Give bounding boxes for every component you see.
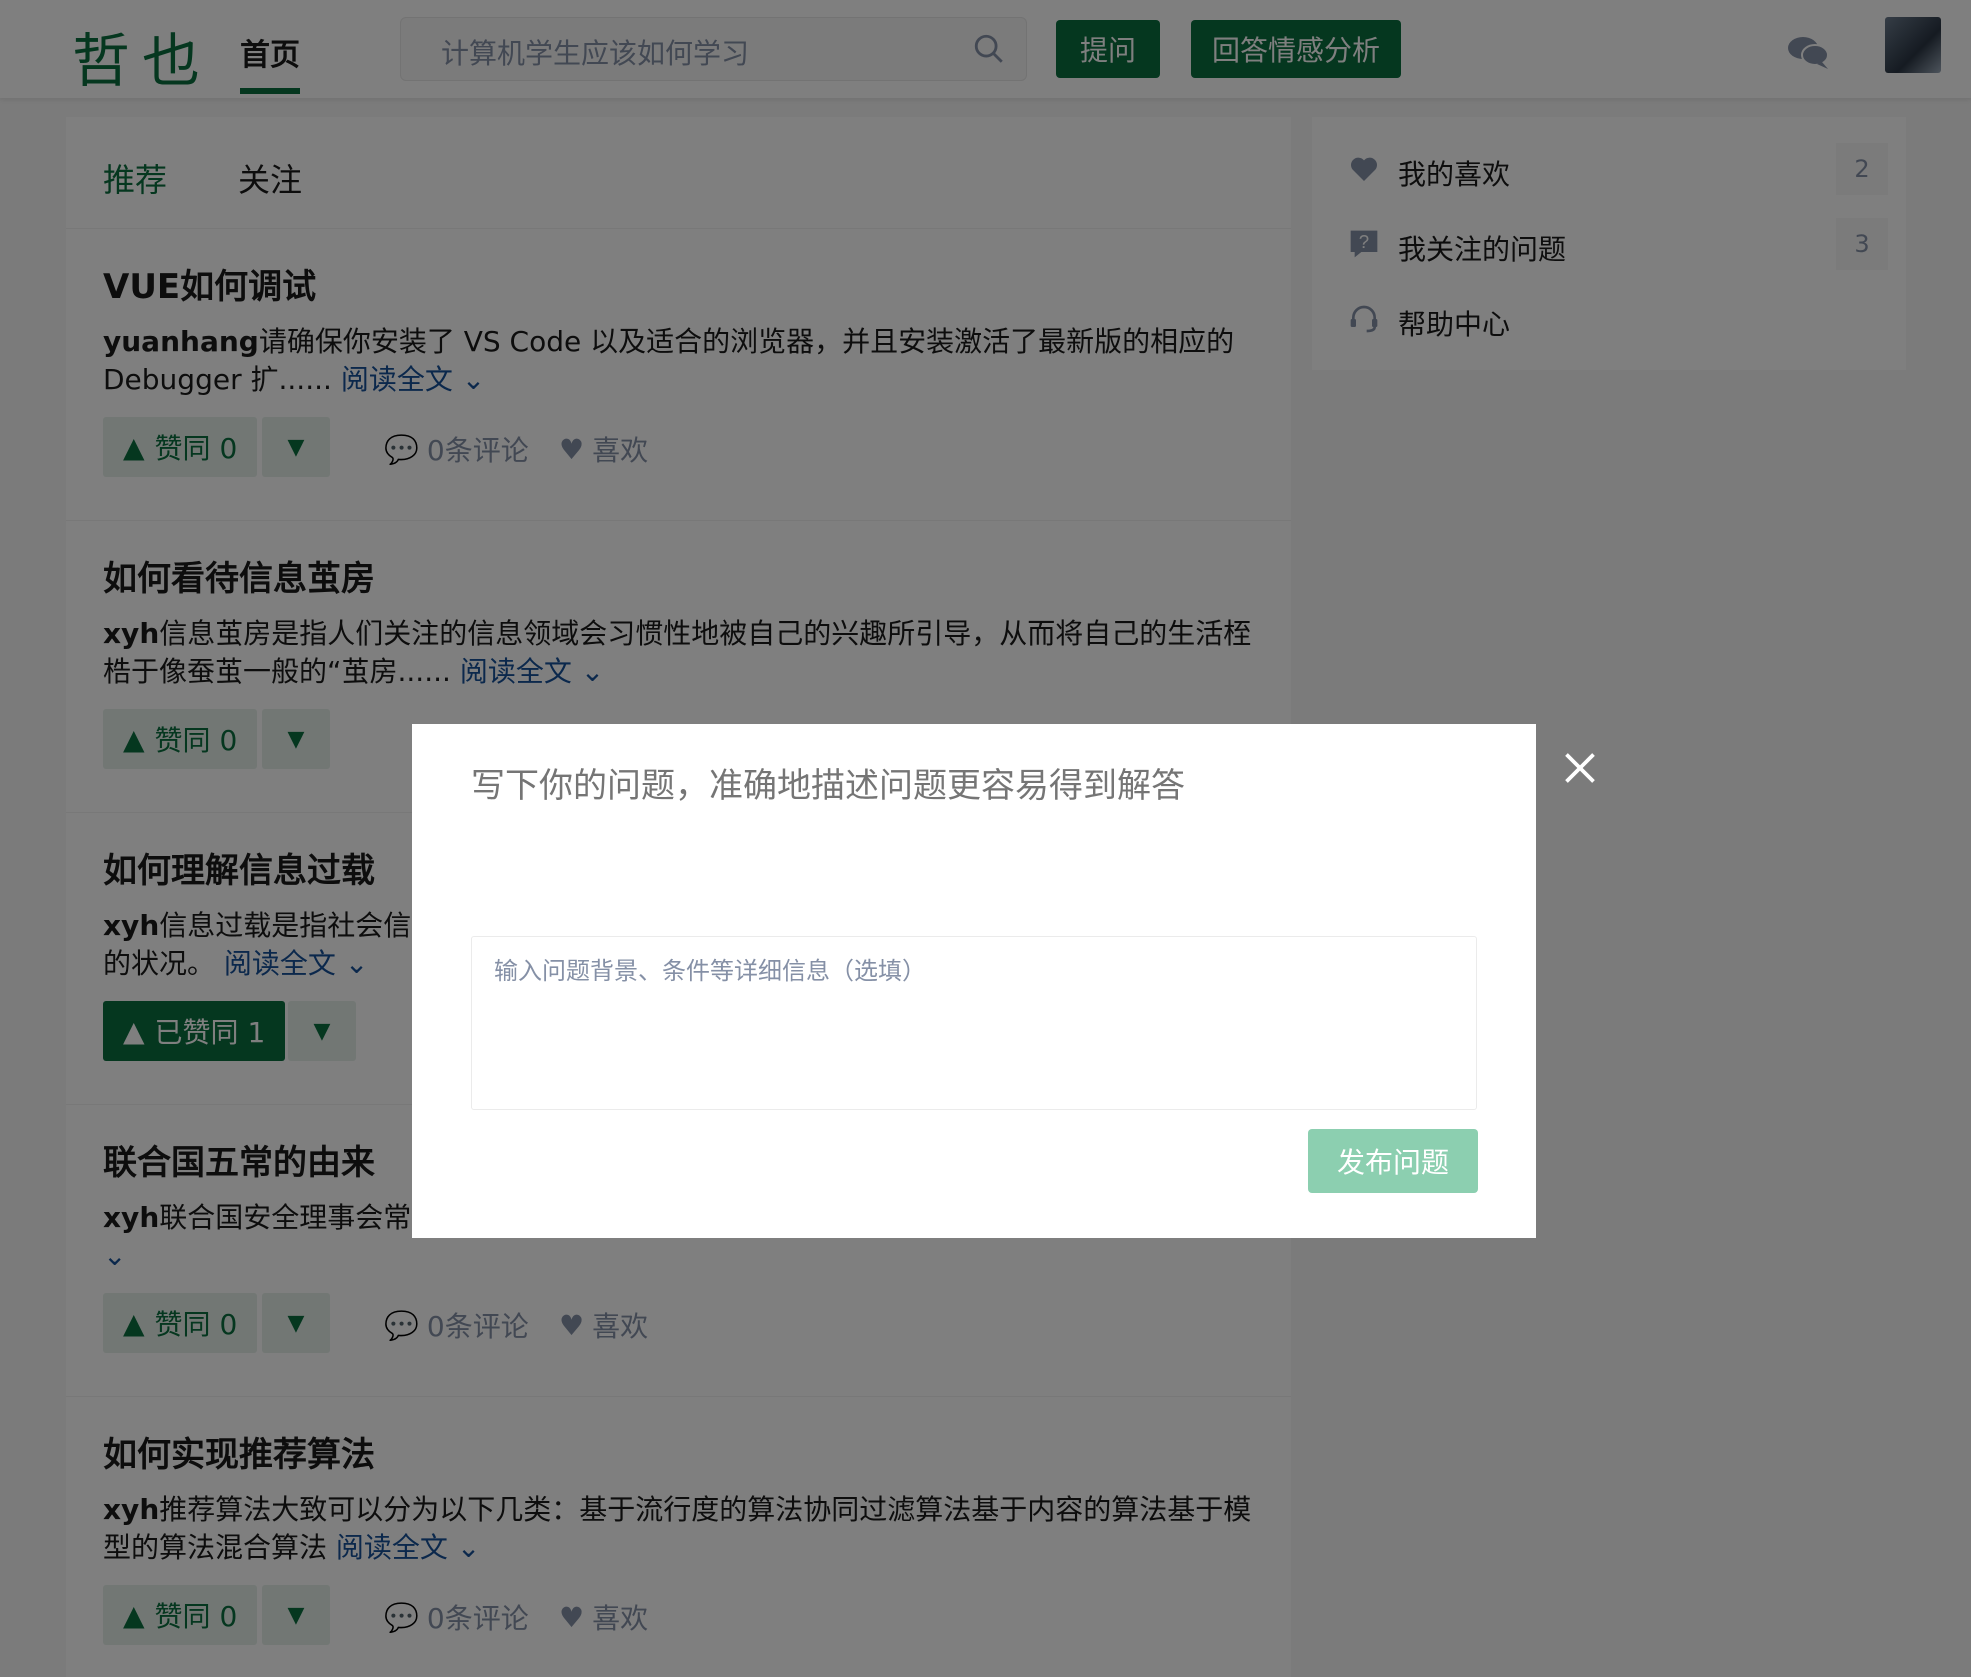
question-title-input[interactable] bbox=[471, 766, 1471, 806]
close-icon[interactable] bbox=[1562, 750, 1598, 786]
question-detail-input[interactable]: 输入问题背景、条件等详细信息（选填） bbox=[471, 936, 1477, 1110]
publish-question-button[interactable]: 发布问题 bbox=[1308, 1129, 1478, 1193]
ask-question-modal: 输入问题背景、条件等详细信息（选填） 发布问题 bbox=[412, 724, 1536, 1238]
